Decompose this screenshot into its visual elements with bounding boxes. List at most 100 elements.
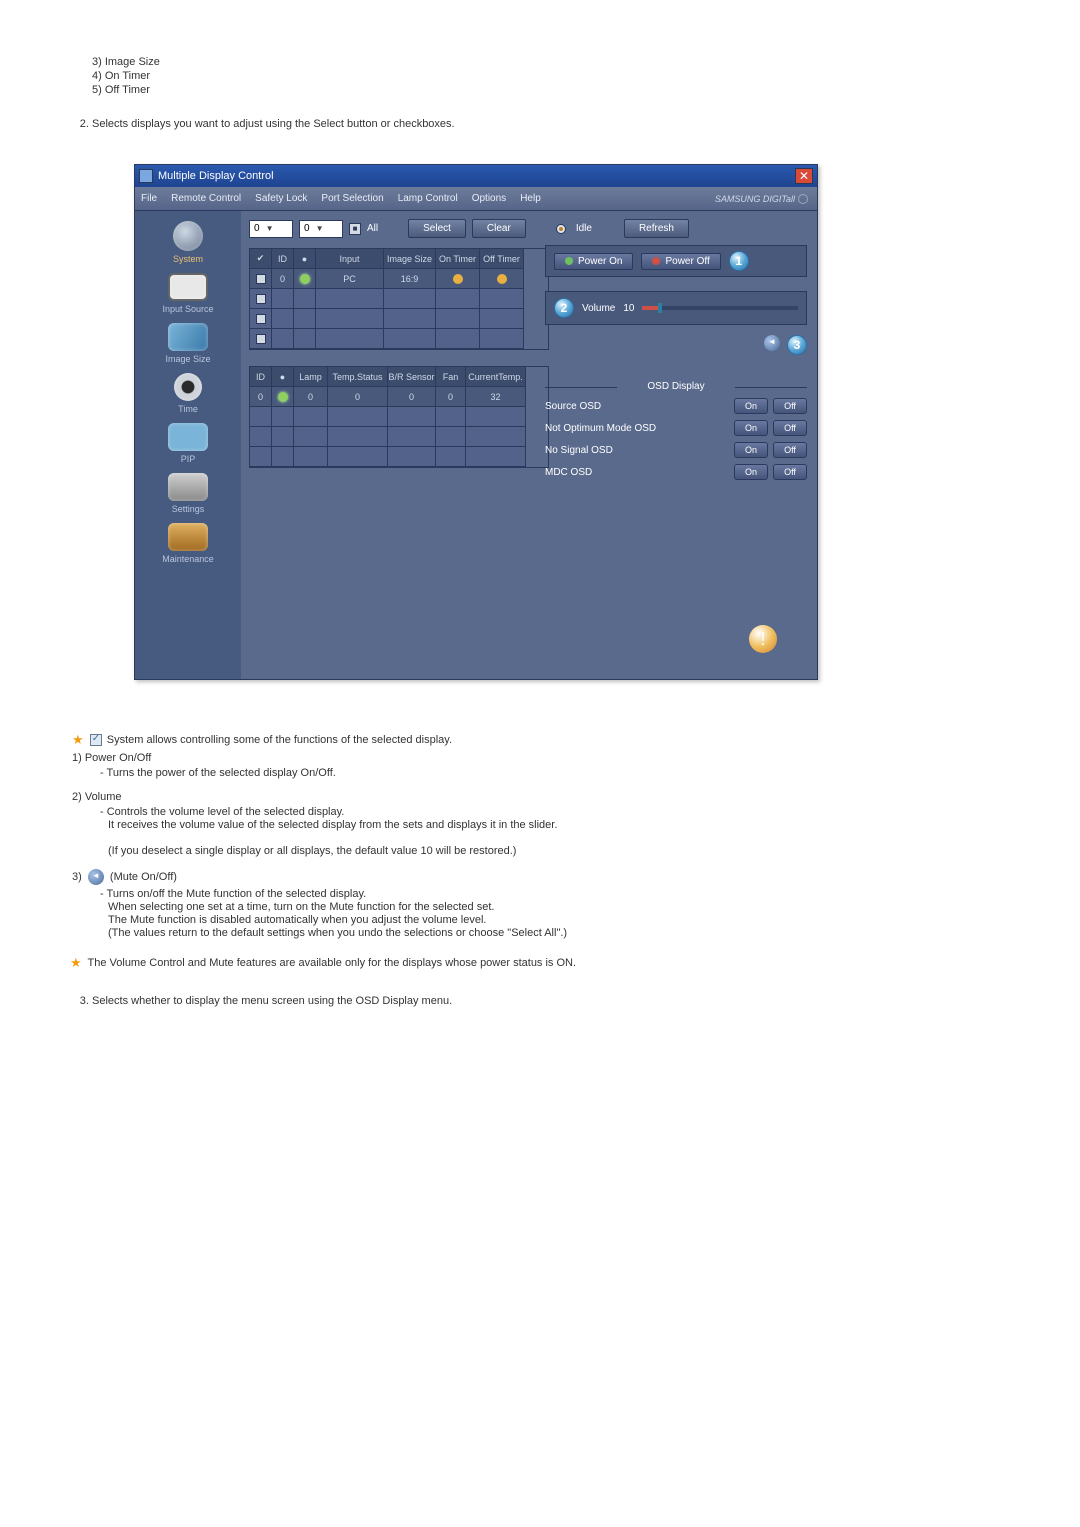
menu-remote-control[interactable]: Remote Control <box>171 193 241 204</box>
osd-row-source: Source OSDOnOff <box>545 398 807 414</box>
top-toolbar: 0▼ 0▼ ■ All Select Clear Idle Refresh <box>249 219 809 238</box>
close-button[interactable]: ✕ <box>795 168 813 184</box>
input-source-icon <box>168 273 208 301</box>
cell2-id: 0 <box>250 387 272 407</box>
source-osd-on[interactable]: On <box>734 398 768 414</box>
item-2-bullets: - Controls the volume level of the selec… <box>100 806 1010 857</box>
cell2-current: 32 <box>466 387 526 407</box>
item-3-title: 3) (Mute On/Off) <box>72 869 1010 885</box>
osd-row-mdc: MDC OSDOnOff <box>545 464 807 480</box>
nosignal-osd-off[interactable]: Off <box>773 442 807 458</box>
step-3: Selects whether to display the menu scre… <box>92 995 1010 1007</box>
col-status: ● <box>294 249 316 269</box>
col2-fan: Fan <box>436 367 466 387</box>
col2-id: ID <box>250 367 272 387</box>
menu-port-selection[interactable]: Port Selection <box>321 193 383 204</box>
col2-br: B/R Sensor <box>388 367 436 387</box>
title-bar: Multiple Display Control ✕ <box>135 165 817 187</box>
source-osd-off[interactable]: Off <box>773 398 807 414</box>
volume-slider[interactable] <box>642 306 798 310</box>
item-1-bullets: - Turns the power of the selected displa… <box>100 767 1010 779</box>
app-icon <box>139 169 153 183</box>
clear-button[interactable]: Clear <box>472 219 526 238</box>
refresh-button[interactable]: Refresh <box>624 219 689 238</box>
col2-temp-status: Temp.Status <box>328 367 388 387</box>
sidebar-item-system[interactable]: System <box>135 217 241 267</box>
col-input: Input <box>316 249 384 269</box>
sidebar-item-input-source[interactable]: Input Source <box>135 267 241 317</box>
explanation-block: ★ System allows controlling some of the … <box>72 732 1010 939</box>
label-idle: Idle <box>576 223 592 234</box>
mute-icon[interactable] <box>764 335 780 351</box>
callout-3: 3 <box>787 335 807 355</box>
cell-on-timer <box>436 269 480 289</box>
main-panel: 0▼ 0▼ ■ All Select Clear Idle Refresh ✔ … <box>241 211 817 679</box>
pip-icon <box>168 423 208 451</box>
menu-bar: File Remote Control Safety Lock Port Sel… <box>135 187 817 211</box>
col-image-size: Image Size <box>384 249 436 269</box>
power-off-button[interactable]: Power Off <box>641 253 720 270</box>
sidebar-item-maintenance[interactable]: Maintenance <box>135 517 241 567</box>
list-item: 3) Image Size <box>92 56 1010 68</box>
cell2-temp: 0 <box>328 387 388 407</box>
mute-icon <box>88 869 104 885</box>
star-icon: ★ <box>72 732 84 748</box>
mdc-osd-on[interactable]: On <box>734 464 768 480</box>
callout-1: 1 <box>729 251 749 271</box>
select-button[interactable]: Select <box>408 219 466 238</box>
cell2-br: 0 <box>388 387 436 407</box>
cell-image-size: 16:9 <box>384 269 436 289</box>
mdc-osd-off[interactable]: Off <box>773 464 807 480</box>
power-on-button[interactable]: Power On <box>554 253 633 270</box>
volume-row: 2 Volume 10 <box>545 291 807 325</box>
volume-label: Volume <box>582 303 615 314</box>
sidebar-item-settings[interactable]: Settings <box>135 467 241 517</box>
list-item: 5) Off Timer <box>92 84 1010 96</box>
optimum-osd-on[interactable]: On <box>734 420 768 436</box>
brand-label: SAMSUNG DIGITall <box>715 194 811 204</box>
col2-status: ● <box>272 367 294 387</box>
callout-2: 2 <box>554 298 574 318</box>
menu-help[interactable]: Help <box>520 193 541 204</box>
lead-text: System allows controlling some of the fu… <box>107 734 452 746</box>
window-title: Multiple Display Control <box>158 170 274 182</box>
sidebar-item-time[interactable]: Time <box>135 367 241 417</box>
chevron-down-icon: ▼ <box>316 224 324 233</box>
item-1-title: 1) Power On/Off <box>72 752 1010 764</box>
nosignal-osd-on[interactable]: On <box>734 442 768 458</box>
dropdown-1[interactable]: 0▼ <box>249 220 293 238</box>
cell2-lamp: 0 <box>294 387 328 407</box>
radio-idle[interactable] <box>556 224 566 234</box>
image-size-icon <box>168 323 208 351</box>
menu-file[interactable]: File <box>141 193 157 204</box>
note-line: ★ The Volume Control and Mute features a… <box>70 955 1010 971</box>
display-table: ✔ ID ● Input Image Size On Timer Off Tim… <box>249 248 549 350</box>
label-all: All <box>367 223 378 234</box>
sensor-table: ID ● Lamp Temp.Status B/R Sensor Fan Cur… <box>249 366 549 468</box>
maintenance-icon <box>168 523 208 551</box>
step-text: Selects displays you want to adjust usin… <box>92 118 1010 130</box>
osd-section-title: OSD Display <box>545 381 807 392</box>
menu-safety-lock[interactable]: Safety Lock <box>255 193 307 204</box>
cell2-fan: 0 <box>436 387 466 407</box>
col-on-timer: On Timer <box>436 249 480 269</box>
right-panel: Power On Power Off 1 2 Volume 10 3 OSD D… <box>545 245 807 486</box>
optimum-osd-off[interactable]: Off <box>773 420 807 436</box>
cell-input: PC <box>316 269 384 289</box>
alert-icon: ! <box>749 625 777 653</box>
status-led-icon <box>300 274 310 284</box>
sidebar-item-image-size[interactable]: Image Size <box>135 317 241 367</box>
continued-list: 3) Image Size 4) On Timer 5) Off Timer <box>70 56 1010 96</box>
dropdown-2[interactable]: 0▼ <box>299 220 343 238</box>
checkbox-icon <box>90 734 102 746</box>
sidebar-item-pip[interactable]: PIP <box>135 417 241 467</box>
sidebar: System Input Source Image Size Time PIP … <box>135 211 241 679</box>
cell-off-timer <box>480 269 524 289</box>
menu-lamp-control[interactable]: Lamp Control <box>398 193 458 204</box>
col2-lamp: Lamp <box>294 367 328 387</box>
checkbox-all[interactable]: ■ <box>349 223 361 235</box>
step-text: Selects whether to display the menu scre… <box>92 995 1010 1007</box>
menu-options[interactable]: Options <box>472 193 506 204</box>
col-id: ID <box>272 249 294 269</box>
row-checkbox[interactable] <box>250 269 272 289</box>
